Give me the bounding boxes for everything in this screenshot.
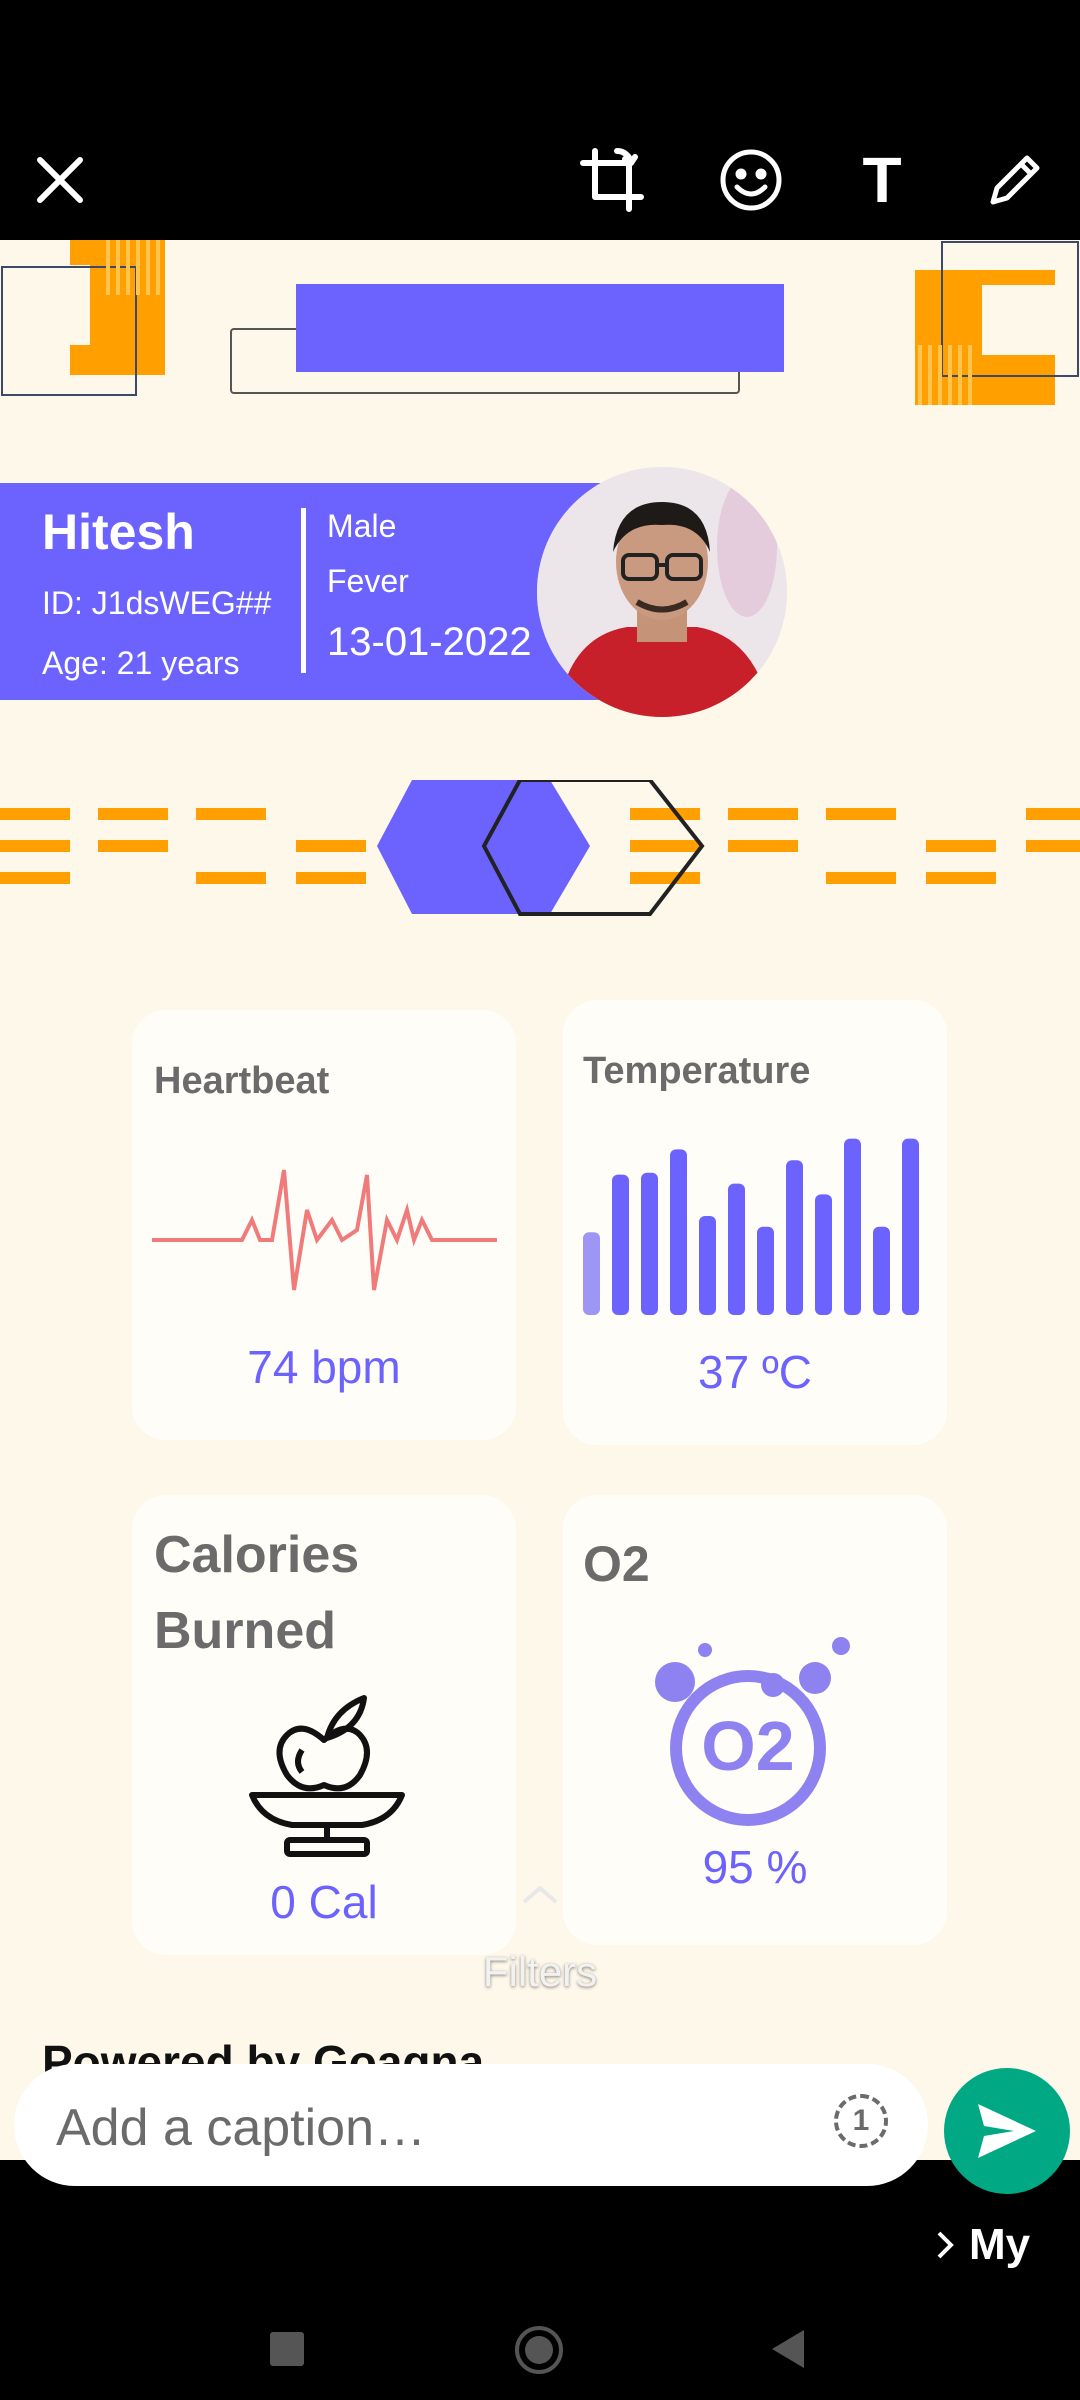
editor-toolbar: T [0, 0, 1080, 240]
crop-rotate-icon[interactable] [572, 140, 652, 220]
chevron-right-icon [937, 2231, 954, 2259]
o2-badge-text: O2 [701, 1707, 794, 1785]
nav-home-icon[interactable] [515, 2326, 563, 2374]
temperature-bar [757, 1226, 774, 1315]
pencil-icon[interactable] [975, 140, 1055, 220]
patient-gender: Male [327, 508, 397, 544]
temperature-value: 37 ºC [698, 1346, 812, 1398]
heartbeat-value: 74 bpm [247, 1341, 401, 1393]
temperature-title: Temperature [583, 1050, 811, 1092]
temperature-bar [728, 1183, 745, 1315]
calories-value: 0 Cal [270, 1876, 378, 1928]
o2-card: O2 O2 95 % [563, 1495, 947, 1945]
emoji-icon[interactable] [711, 140, 791, 220]
apple-scale-icon [249, 1695, 405, 1857]
divider [301, 508, 306, 673]
chevron-up-icon[interactable] [520, 1882, 560, 1906]
send-button[interactable] [944, 2068, 1070, 2194]
temperature-bar [641, 1172, 658, 1315]
corner-decoration-right [915, 241, 1080, 405]
calories-card: Calories Burned 0 Cal [132, 1495, 516, 1955]
oxygen-icon: O2 [655, 1637, 850, 1826]
avatar [537, 467, 787, 717]
heartbeat-title: Heartbeat [154, 1060, 330, 1102]
patient-id: ID: J1dsWEG## [42, 585, 272, 621]
calories-title-line2: Burned [154, 1602, 336, 1660]
filters-label[interactable]: Filters [0, 1948, 1080, 1996]
temperature-bar [699, 1216, 716, 1315]
hexagon-divider-decoration [0, 780, 1080, 916]
o2-title: O2 [583, 1536, 650, 1592]
caption-input[interactable]: Add a caption… 1 [14, 2064, 928, 2186]
patient-date: 13-01-2022 [327, 620, 532, 664]
temperature-bars [583, 1138, 919, 1315]
recipient-name: My [969, 2220, 1031, 2269]
patient-condition: Fever [327, 563, 409, 599]
bottom-area: My [0, 2160, 1080, 2400]
view-once-icon[interactable]: 1 [834, 2094, 888, 2148]
caption-placeholder: Add a caption… [56, 2099, 427, 2157]
close-icon[interactable] [20, 140, 100, 220]
nav-back-icon[interactable] [770, 2328, 806, 2370]
temperature-bar [786, 1160, 803, 1315]
heartbeat-wave-icon [152, 1169, 497, 1291]
temperature-bar [612, 1174, 629, 1315]
patient-name: Hitesh [42, 504, 195, 560]
view-once-count: 1 [852, 2104, 870, 2137]
o2-value: 95 % [702, 1841, 808, 1893]
text-tool-button[interactable]: T [842, 140, 922, 220]
temperature-bar [583, 1232, 600, 1315]
edited-image: Hitesh ID: J1dsWEG## Age: 21 years Male … [0, 240, 1080, 2160]
temperature-bar [902, 1138, 919, 1315]
heartbeat-card: Heartbeat 74 bpm [132, 1010, 516, 1440]
send-icon [978, 2104, 1036, 2158]
nav-recents-icon[interactable] [270, 2332, 304, 2366]
temperature-card: Temperature 37 ºC [563, 1000, 947, 1445]
patient-age: Age: 21 years [42, 645, 240, 681]
corner-decoration-left [0, 240, 165, 396]
recipient-chip[interactable]: My [935, 2220, 1030, 2270]
temperature-bar [815, 1194, 832, 1315]
header-redacted-title [296, 284, 784, 372]
calories-title-line1: Calories [154, 1526, 360, 1584]
text-tool-label: T [862, 144, 902, 216]
temperature-bar [873, 1226, 890, 1315]
temperature-bar [844, 1138, 861, 1315]
temperature-bar [670, 1149, 687, 1315]
